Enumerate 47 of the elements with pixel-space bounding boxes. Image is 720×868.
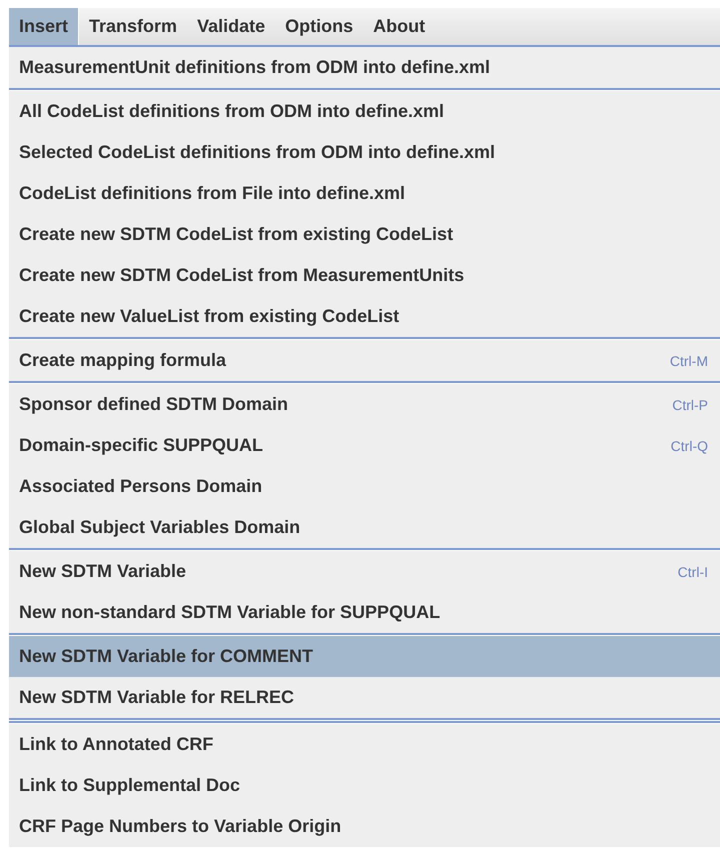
menu-item-label: Domain-specific SUPPQUAL — [19, 435, 264, 456]
menu-item-label: Sponsor defined SDTM Domain — [19, 394, 288, 415]
menu-item-label: CRF Page Numbers to Variable Origin — [19, 816, 342, 837]
menu-item[interactable]: CodeList definitions from File into define.xml — [9, 173, 720, 214]
menu-item[interactable]: New SDTM Variable Ctrl-I — [9, 551, 720, 592]
menu-item[interactable]: New non-standard SDTM Variable for SUPPQUAL — [9, 592, 720, 633]
menu-item-label: Selected CodeList definitions from ODM into define.xml — [19, 142, 496, 163]
menu-title[interactable]: Options — [275, 8, 364, 45]
menu-item-label: New SDTM Variable for COMMENT — [19, 646, 314, 667]
menu-item[interactable]: Create new SDTM CodeList from existing CodeList — [9, 214, 720, 255]
menu-item-label: Create mapping formula — [19, 350, 226, 371]
menu-item-label: MeasurementUnit definitions from ODM into define.xml — [19, 57, 490, 78]
menu-item[interactable]: Global Subject Variables Domain — [9, 507, 720, 548]
menu-item-label: Link to Supplemental Doc — [19, 775, 240, 796]
menu-item[interactable]: Create new ValueList from existing CodeList — [9, 296, 720, 337]
menu-item[interactable]: Create mapping formula Ctrl-M — [9, 340, 720, 381]
shortcut-label: Ctrl-P — [672, 396, 708, 412]
menu-item[interactable]: Link to Supplemental Doc — [9, 765, 720, 806]
menu-item[interactable]: Selected CodeList definitions from ODM into define.xml — [9, 132, 720, 173]
menu-item-label: Associated Persons Domain — [19, 476, 262, 497]
menu-item-label: Global Subject Variables Domain — [19, 517, 300, 538]
menu-item-label: Create new SDTM CodeList from MeasurementUnits — [19, 265, 464, 286]
menu-item[interactable]: Create new SDTM CodeList from MeasurementUnits — [9, 255, 720, 296]
menu-item-label: CodeList definitions from File into define.xml — [19, 183, 406, 204]
menu-item-label: New SDTM Variable for RELREC — [19, 687, 294, 708]
menu-item-label: New SDTM Variable — [19, 561, 186, 582]
menu-item[interactable]: Domain-specific SUPPQUAL Ctrl-Q — [9, 425, 720, 466]
menu-title[interactable]: Transform — [79, 8, 188, 45]
shortcut-label: Ctrl-Q — [670, 438, 708, 454]
menu-title[interactable]: Validate — [187, 8, 276, 45]
menu-item-label: Link to Annotated CRF — [19, 734, 214, 755]
menu-item-label: Create new ValueList from existing CodeList — [19, 306, 400, 327]
shortcut-label: Ctrl-I — [678, 564, 708, 580]
menu-item[interactable]: CRF Page Numbers to Variable Origin — [9, 806, 720, 847]
menu-item-label: All CodeList definitions from ODM into define.xml — [19, 101, 444, 122]
menu-item[interactable]: Link to Annotated CRF — [9, 724, 720, 765]
shortcut-label: Ctrl-M — [670, 352, 708, 368]
menu-title[interactable]: About — [363, 8, 436, 45]
menu-item[interactable]: All CodeList definitions from ODM into define.xml — [9, 91, 720, 132]
menu-item-label: New non-standard SDTM Variable for SUPPQUAL — [19, 602, 440, 623]
menu-item-label: Create new SDTM CodeList from existing CodeList — [19, 224, 454, 245]
menu-item[interactable]: New SDTM Variable for RELREC — [9, 677, 720, 718]
menu-item[interactable]: MeasurementUnit definitions from ODM into define.xml — [9, 47, 720, 88]
menu-title[interactable]: Insert — [9, 8, 80, 45]
menu-item[interactable]: Sponsor defined SDTM Domain Ctrl-P — [9, 384, 720, 425]
menu-item[interactable]: Associated Persons Domain — [9, 466, 720, 507]
menu-item[interactable]: New SDTM Variable for COMMENT — [9, 636, 720, 677]
